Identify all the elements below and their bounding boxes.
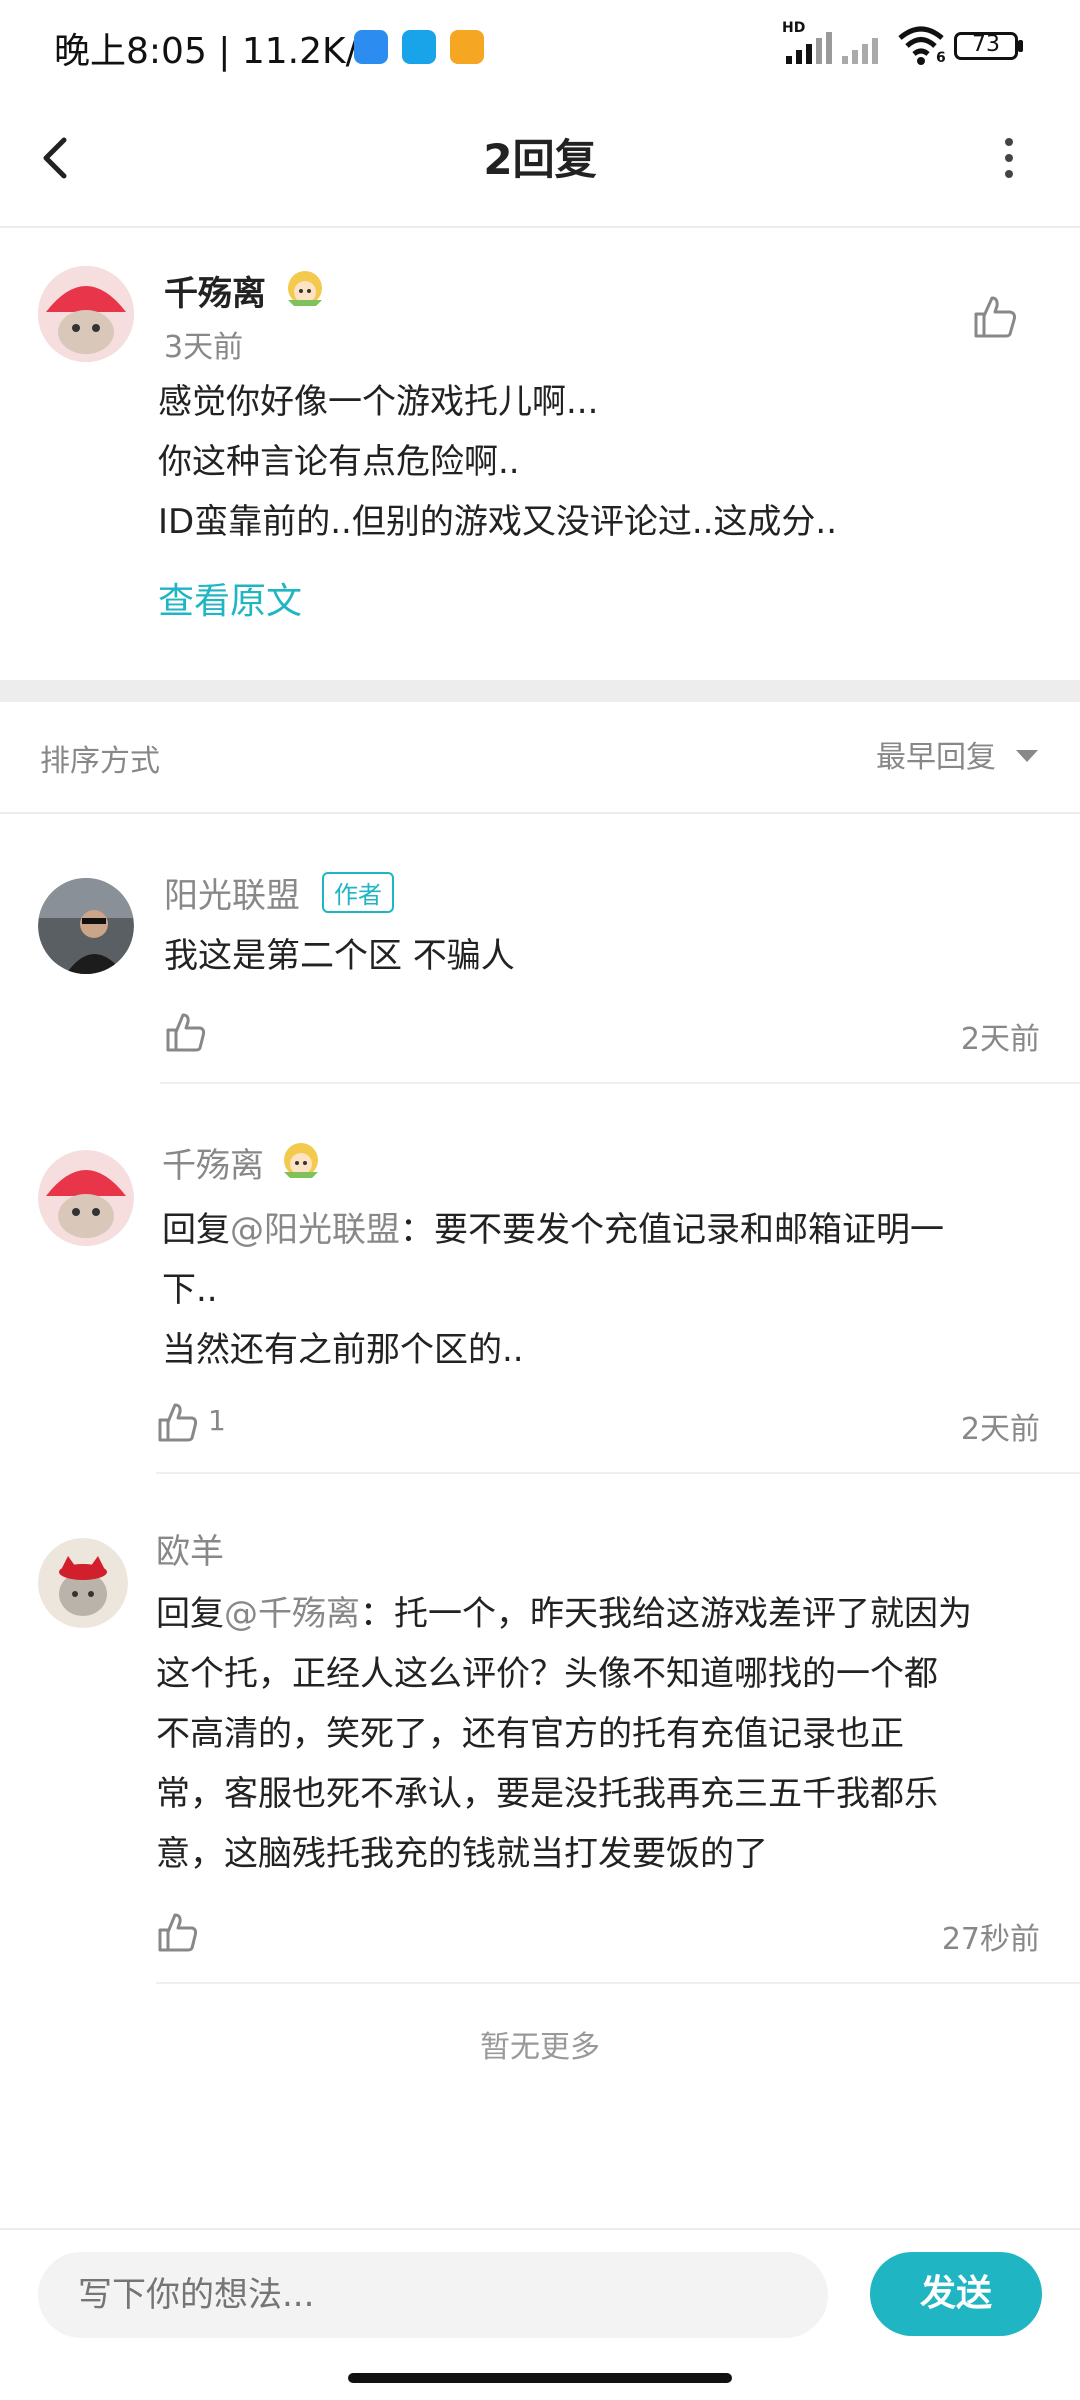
wifi-icon: 6 [896, 24, 946, 66]
post-time: 3天前 [164, 330, 244, 365]
reply-item: 欧羊 回复@千殇离：托一个，昨天我给这游戏差评了就因为 这个托，正经人这么评价？… [0, 1474, 1080, 1984]
reply-item: 千殇离 回复@阳光联盟：要不要发个充值记录和邮箱证明一 下.. 当然还有之前那个… [0, 1084, 1080, 1474]
home-indicator[interactable] [348, 2373, 732, 2383]
reply-text: 不高清的，笑死了，还有官方的托有充值记录也正 [156, 1714, 904, 1754]
view-original-link[interactable]: 查看原文 [158, 572, 302, 624]
avatar[interactable] [38, 878, 134, 974]
reply-time: 27秒前 [941, 1922, 1040, 1957]
no-more-label: 暂无更多 [480, 2030, 600, 2065]
like-icon[interactable] [164, 1010, 208, 1054]
reply-author-name[interactable]: 千殇离 [162, 1138, 264, 1187]
reply-text: ：要不要发个充值记录和邮箱证明一 [400, 1210, 944, 1250]
post-line: ID蛮靠前的..但别的游戏又没评论过..这成分.. [158, 502, 838, 542]
like-count: 1 [208, 1404, 226, 1437]
reply-text: 意，这脑残托我充的钱就当打发要饭的了 [156, 1834, 768, 1874]
original-post: 千殇离 3天前 感觉你好像一个游戏托儿啊... 你这种言论有点危险啊.. ID蛮… [0, 226, 1080, 680]
app-notification-icon [354, 30, 388, 64]
header: 2回复 [0, 92, 1080, 228]
more-options-icon[interactable] [994, 130, 1024, 186]
reply-content: 我这是第二个区 不骗人 [164, 936, 515, 976]
reply-prefix: 回复 [162, 1210, 230, 1250]
reply-text: 当然还有之前那个区的.. [162, 1330, 524, 1370]
reply-content: 回复@阳光联盟：要不要发个充值记录和邮箱证明一 下.. 当然还有之前那个区的.. [162, 1200, 1042, 1380]
mention-link[interactable]: @千殇离 [224, 1594, 360, 1634]
post-content: 感觉你好像一个游戏托儿啊... 你这种言论有点危险啊.. ID蛮靠前的..但别的… [158, 372, 1038, 552]
like-icon[interactable] [156, 1400, 200, 1444]
reply-text: 下.. [162, 1270, 218, 1310]
avatar[interactable] [38, 1538, 128, 1628]
reply-text: 常，客服也死不承认，要是没托我再充三五千我都乐 [156, 1774, 938, 1814]
reply-item: 阳光联盟 作者 我这是第二个区 不骗人 2天前 [0, 814, 1080, 1084]
reply-author-name[interactable]: 阳光联盟 [164, 868, 300, 917]
signal-2-icon [838, 24, 896, 66]
sort-value: 最早回复 [876, 740, 996, 775]
avatar[interactable] [38, 266, 134, 362]
battery-level: 73 [972, 32, 1000, 57]
page-title: 2回复 [483, 135, 597, 184]
reply-text: 这个托，正经人这么评价？头像不知道哪找的一个都 [156, 1654, 938, 1694]
post-line: 感觉你好像一个游戏托儿啊... [158, 382, 599, 422]
like-icon[interactable] [970, 292, 1020, 342]
sort-label: 排序方式 [40, 744, 160, 779]
send-button[interactable]: 发送 [870, 2252, 1042, 2336]
reply-content: 回复@千殇离：托一个，昨天我给这游戏差评了就因为 这个托，正经人这么评价？头像不… [156, 1584, 1046, 1884]
battery-tip [1018, 40, 1023, 52]
sort-dropdown[interactable]: 最早回复 [876, 732, 1046, 782]
section-divider [0, 680, 1080, 702]
user-badge-icon [284, 266, 326, 308]
reply-author-name[interactable]: 欧羊 [156, 1524, 224, 1573]
signal-icon: HD [782, 20, 844, 66]
message-notification-icon [450, 30, 484, 64]
sort-bar: 排序方式 最早回复 [0, 702, 1080, 814]
reply-text: ：托一个，昨天我给这游戏差评了就因为 [360, 1594, 972, 1634]
post-author-name[interactable]: 千殇离 [164, 266, 266, 315]
reply-time: 2天前 [960, 1412, 1040, 1447]
like-icon[interactable] [156, 1910, 200, 1954]
battery-icon: 73 [954, 32, 1018, 60]
avatar[interactable] [38, 1150, 134, 1246]
post-line: 你这种言论有点危险啊.. [158, 442, 520, 482]
mention-link[interactable]: @阳光联盟 [230, 1210, 400, 1250]
browser-notification-icon [402, 30, 436, 64]
status-time: 晚上8:05 | 11.2K/s [54, 31, 377, 72]
comment-input-bar: 发送 [0, 2228, 1080, 2370]
user-badge-icon [280, 1138, 322, 1180]
status-bar: 晚上8:05 | 11.2K/s HD 6 73 [0, 0, 1080, 92]
reply-time: 2天前 [960, 1022, 1040, 1057]
chevron-down-icon [1016, 750, 1038, 762]
wifi-label: 6 [936, 50, 946, 66]
reply-divider [156, 1982, 1080, 1984]
reply-prefix: 回复 [156, 1594, 224, 1634]
author-tag: 作者 [322, 872, 394, 913]
comment-input[interactable] [38, 2252, 828, 2338]
